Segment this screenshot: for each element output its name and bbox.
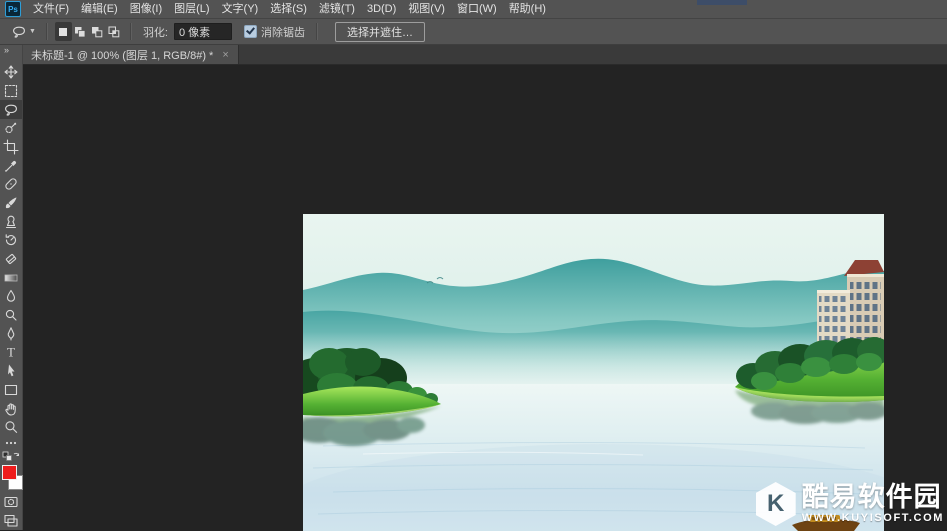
- feather-label: 羽化:: [142, 26, 168, 39]
- tool-preset-picker[interactable]: ▼: [8, 23, 39, 41]
- document-tab[interactable]: 未标题-1 @ 100% (图层 1, RGB/8#) * ×: [22, 45, 239, 64]
- zoom-tool[interactable]: [0, 418, 22, 437]
- watermark-title: 酷易软件园: [801, 482, 942, 512]
- feather-input[interactable]: [174, 23, 232, 40]
- lasso-icon: [13, 26, 25, 38]
- history-brush-tool[interactable]: [0, 231, 22, 250]
- menu-file[interactable]: 文件(F): [27, 0, 75, 18]
- new-selection-icon: [59, 27, 68, 36]
- dodge-tool[interactable]: [0, 306, 22, 325]
- menu-image[interactable]: 图像(I): [124, 0, 168, 18]
- new-selection-button[interactable]: [54, 22, 72, 41]
- menu-3d[interactable]: 3D(D): [361, 0, 402, 18]
- select-and-mask-button[interactable]: 选择并遮住…: [335, 21, 425, 42]
- foreground-color-swatch[interactable]: [2, 465, 17, 481]
- antialias-checkbox[interactable]: [244, 25, 257, 38]
- tools-panel: » T: [0, 45, 23, 530]
- tool-options-bar: ▼ 羽化: 消除锯齿 选择并遮住…: [0, 19, 947, 45]
- separator: [45, 23, 48, 40]
- hand-tool[interactable]: [0, 399, 22, 418]
- gradient-tool[interactable]: [0, 268, 22, 287]
- separator: [129, 23, 132, 40]
- lasso-tool[interactable]: [0, 100, 22, 119]
- document-tab-bar: 未标题-1 @ 100% (图层 1, RGB/8#) * ×: [22, 45, 947, 65]
- type-tool[interactable]: T: [0, 343, 22, 362]
- subtract-selection-icon: [92, 26, 103, 37]
- pen-tool[interactable]: [0, 324, 22, 343]
- watermark: K 酷易软件园 WWW.KUYISOFT.COM: [755, 482, 944, 526]
- subtract-from-selection-button[interactable]: [89, 22, 106, 41]
- swap-colors-icon: [2, 451, 19, 462]
- rectangle-tool[interactable]: [0, 380, 22, 399]
- brush-tool[interactable]: [0, 194, 22, 213]
- menu-select[interactable]: 选择(S): [264, 0, 313, 18]
- color-swatches: [0, 464, 23, 493]
- menu-layer[interactable]: 图层(L): [168, 0, 215, 18]
- photoshop-logo: Ps: [5, 1, 21, 17]
- separator: [316, 23, 318, 40]
- crop-tool[interactable]: [0, 138, 22, 157]
- watermark-logo-letter: K: [767, 490, 785, 517]
- quick-mask-button[interactable]: [0, 493, 22, 512]
- swap-colors-button[interactable]: [2, 450, 20, 463]
- intersect-selection-button[interactable]: [106, 22, 123, 41]
- screen-mode-button[interactable]: [0, 511, 22, 530]
- menu-window[interactable]: 窗口(W): [451, 0, 503, 18]
- collapse-panel-icon[interactable]: »: [0, 45, 9, 57]
- spot-healing-brush-tool[interactable]: [0, 175, 22, 194]
- antialias-label: 消除锯齿: [261, 26, 305, 39]
- blur-tool[interactable]: [0, 287, 22, 306]
- close-icon[interactable]: ×: [222, 49, 228, 61]
- clone-stamp-tool[interactable]: [0, 212, 22, 231]
- move-tool[interactable]: [0, 63, 22, 82]
- rectangular-marquee-tool[interactable]: [0, 81, 22, 100]
- document-tab-title: 未标题-1 @ 100% (图层 1, RGB/8#) *: [31, 49, 214, 62]
- menu-view[interactable]: 视图(V): [402, 0, 451, 18]
- add-to-selection-button[interactable]: [72, 22, 89, 41]
- eraser-tool[interactable]: [0, 250, 22, 269]
- svg-text:T: T: [7, 345, 15, 360]
- menu-type[interactable]: 文字(Y): [216, 0, 265, 18]
- canvas-workspace[interactable]: [22, 65, 947, 531]
- object-selection-tool[interactable]: [0, 119, 22, 138]
- intersect-selection-icon: [108, 26, 120, 37]
- menu-bar: Ps 文件(F) 编辑(E) 图像(I) 图层(L) 文字(Y) 选择(S) 滤…: [0, 0, 947, 19]
- watermark-url: WWW.KUYISOFT.COM: [801, 512, 944, 524]
- edit-toolbar-button[interactable]: [0, 437, 22, 451]
- menu-edit[interactable]: 编辑(E): [75, 0, 124, 18]
- menu-help[interactable]: 帮助(H): [503, 0, 552, 18]
- watermark-logo-hexagon: K: [755, 482, 796, 526]
- chevron-down-icon: ▼: [29, 28, 36, 35]
- eyedropper-tool[interactable]: [0, 156, 22, 175]
- path-selection-tool[interactable]: [0, 362, 22, 381]
- add-selection-icon: [75, 26, 86, 37]
- menu-filter[interactable]: 滤镜(T): [313, 0, 361, 18]
- window-artifact: [697, 0, 747, 5]
